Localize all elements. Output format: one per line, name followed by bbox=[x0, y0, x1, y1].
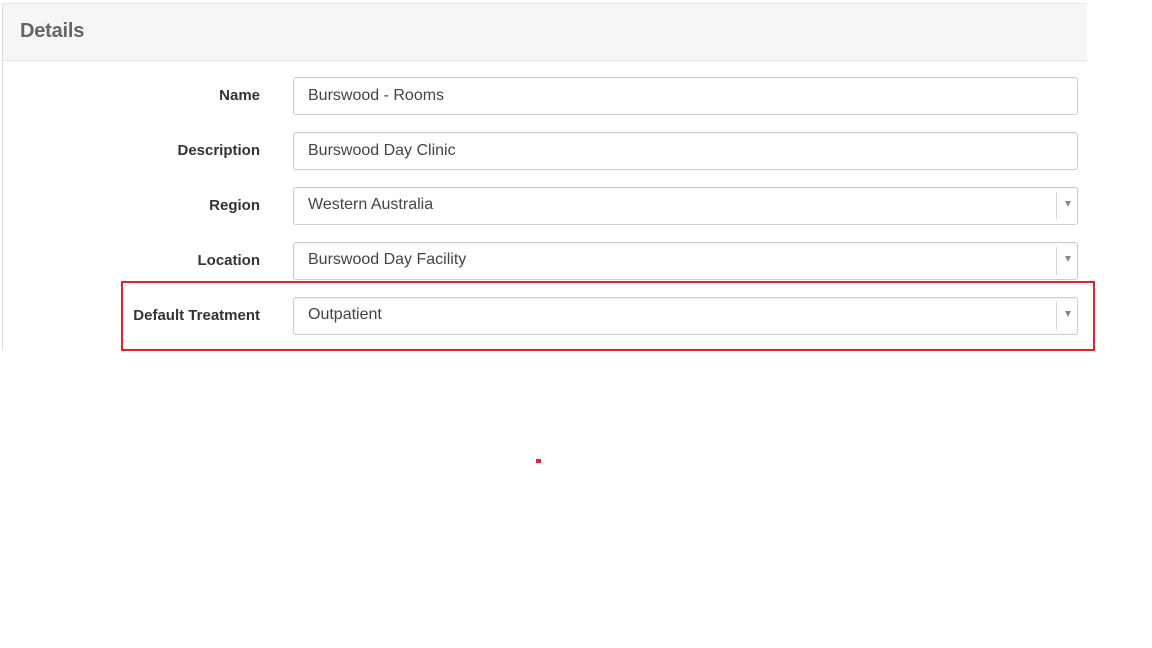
location-selected-value: Burswood Day Facility bbox=[308, 251, 467, 268]
chevron-down-icon[interactable] bbox=[1065, 201, 1071, 207]
name-input[interactable] bbox=[294, 78, 1077, 114]
panel-header: Details bbox=[3, 4, 1087, 61]
page-title: Details bbox=[20, 20, 85, 42]
location-label: Location bbox=[197, 252, 261, 269]
description-field-wrapper bbox=[293, 132, 1078, 170]
annotation-dot bbox=[536, 459, 541, 463]
form-row-name: Name bbox=[3, 77, 1087, 115]
form-row-location: Location Burswood Day Facility bbox=[3, 242, 1087, 280]
region-select[interactable]: Western Australia bbox=[293, 187, 1078, 225]
region-selected-value: Western Australia bbox=[308, 196, 434, 213]
name-field-wrapper bbox=[293, 77, 1078, 115]
form-row-region: Region Western Australia bbox=[3, 187, 1087, 225]
location-select[interactable]: Burswood Day Facility bbox=[293, 242, 1078, 280]
form-row-description: Description bbox=[3, 132, 1087, 170]
select-divider bbox=[1056, 247, 1057, 275]
description-input[interactable] bbox=[294, 133, 1077, 169]
name-label: Name bbox=[219, 87, 260, 104]
region-label: Region bbox=[209, 197, 260, 214]
select-divider bbox=[1056, 192, 1057, 220]
highlight-annotation-box bbox=[121, 281, 1095, 351]
chevron-down-icon[interactable] bbox=[1065, 256, 1071, 262]
description-label: Description bbox=[177, 142, 260, 159]
